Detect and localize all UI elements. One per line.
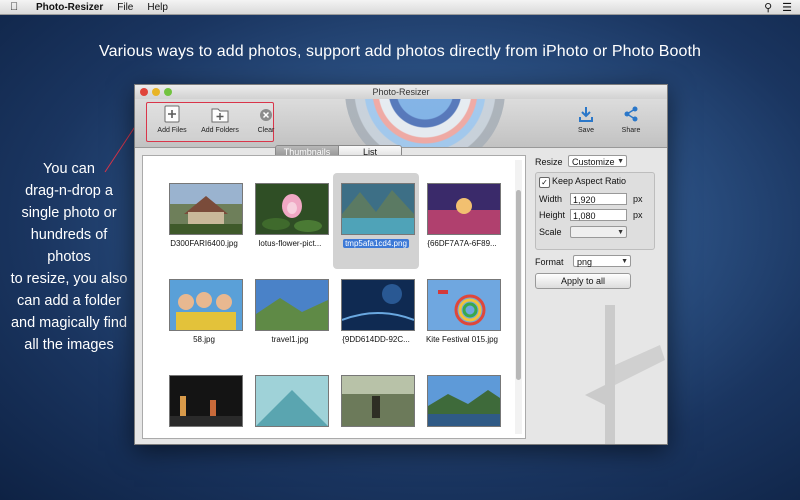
add-folders-label: Add Folders bbox=[201, 127, 239, 134]
caliper-decoration bbox=[585, 305, 665, 444]
share-icon bbox=[624, 106, 638, 122]
keep-aspect-checkbox[interactable]: ✓ bbox=[539, 177, 550, 188]
thumbnail-image bbox=[427, 183, 501, 235]
scale-select[interactable]: ▼ bbox=[570, 226, 627, 238]
thumbnail-item[interactable]: 58.jpg bbox=[161, 269, 247, 365]
save-label: Save bbox=[578, 127, 594, 134]
minimize-window-button[interactable] bbox=[152, 88, 160, 96]
thumbnail-caption: {9DD614DD-92C... bbox=[342, 335, 410, 344]
chevron-down-icon: ▼ bbox=[621, 258, 628, 265]
thumbnail-caption: lotus-flower-pict... bbox=[258, 239, 322, 248]
vertical-scrollbar[interactable] bbox=[515, 160, 522, 434]
thumbnail-image bbox=[169, 279, 243, 331]
thumbnail-item[interactable]: Kite Festival 015.jpg bbox=[419, 269, 505, 365]
thumbnail-item[interactable]: {66DF7A7A-6F89... bbox=[419, 173, 505, 269]
add-folders-button[interactable]: Add Folders bbox=[194, 103, 246, 134]
share-button[interactable]: Share bbox=[605, 103, 657, 134]
chevron-down-icon: ▼ bbox=[617, 158, 624, 165]
width-field[interactable]: 1,920 bbox=[570, 193, 627, 205]
thumbnail-caption: Kite Festival 015.jpg bbox=[425, 335, 499, 344]
lens-decoration bbox=[345, 99, 505, 147]
thumbnail-image bbox=[341, 183, 415, 235]
thumbnail-item-selected[interactable]: tmp5afa1cd4.png bbox=[333, 173, 419, 269]
thumbnail-item[interactable]: D300FARI6400.jpg bbox=[161, 173, 247, 269]
width-label: Width bbox=[539, 194, 563, 204]
thumbnail-item[interactable]: travel1.jpg bbox=[247, 269, 333, 365]
scrollbar-knob[interactable] bbox=[516, 190, 521, 380]
thumbnail-caption: tmp5afa1cd4.png bbox=[333, 239, 419, 248]
title-bar: Photo-Resizer bbox=[135, 85, 667, 99]
resize-label: Resize bbox=[535, 157, 563, 167]
format-select[interactable]: png ▼ bbox=[573, 255, 631, 267]
dimension-group: ✓ Keep Aspect Ratio Width 1,920 px Heigh… bbox=[535, 172, 655, 250]
apply-to-all-button[interactable]: Apply to all bbox=[535, 273, 631, 289]
thumbnail-image bbox=[427, 279, 501, 331]
thumbnail-caption: {66DF7A7A-6F89... bbox=[427, 239, 497, 248]
keep-aspect-label: Keep Aspect Ratio bbox=[552, 176, 627, 186]
share-label: Share bbox=[621, 127, 641, 134]
thumbnail-item[interactable]: {9DD614DD-92C... bbox=[333, 269, 419, 365]
save-icon bbox=[579, 107, 593, 122]
zoom-window-button[interactable] bbox=[164, 88, 172, 96]
thumbnail-image bbox=[169, 183, 243, 235]
width-unit: px bbox=[633, 194, 643, 204]
thumbnail-image bbox=[427, 375, 501, 427]
add-folders-icon bbox=[211, 108, 229, 123]
clear-label: Clear bbox=[257, 127, 275, 134]
height-unit: px bbox=[633, 210, 643, 220]
toolbar: Add Files Add Folders Clear Save Share bbox=[135, 99, 667, 148]
add-files-label: Add Files bbox=[157, 127, 187, 134]
thumbnail-item[interactable] bbox=[247, 365, 333, 444]
resize-select-value: Customize bbox=[572, 157, 615, 167]
thumbnail-image bbox=[169, 375, 243, 427]
thumbnail-item[interactable] bbox=[161, 365, 247, 444]
add-files-button[interactable]: Add Files bbox=[146, 103, 198, 134]
window-title: Photo-Resizer bbox=[372, 87, 430, 97]
clear-button[interactable]: Clear bbox=[240, 103, 292, 134]
thumbnail-item[interactable] bbox=[333, 365, 419, 444]
thumbnail-image bbox=[341, 375, 415, 427]
resize-select[interactable]: Customize ▼ bbox=[568, 155, 627, 167]
thumbnail-image bbox=[341, 279, 415, 331]
thumbnail-item[interactable] bbox=[419, 365, 505, 444]
app-window: Photo-Resizer Add Files Add Folders Clea… bbox=[134, 84, 668, 445]
scale-label: Scale bbox=[539, 227, 562, 237]
thumbnail-item[interactable]: lotus-flower-pict... bbox=[247, 173, 333, 269]
thumbnail-caption: D300FARI6400.jpg bbox=[170, 239, 238, 248]
format-select-value: png bbox=[577, 257, 593, 267]
height-field[interactable]: 1,080 bbox=[570, 209, 627, 221]
close-window-button[interactable] bbox=[140, 88, 148, 96]
add-files-icon bbox=[164, 105, 180, 123]
thumbnail-image bbox=[255, 375, 329, 427]
thumbnail-caption: travel1.jpg bbox=[271, 335, 309, 344]
window-controls bbox=[140, 88, 172, 96]
clear-icon bbox=[260, 109, 272, 121]
height-label: Height bbox=[539, 210, 566, 220]
thumbnail-image bbox=[255, 183, 329, 235]
format-label: Format bbox=[535, 257, 564, 267]
thumbnail-caption: 58.jpg bbox=[193, 335, 215, 344]
selected-caption-text: tmp5afa1cd4.png bbox=[343, 239, 409, 248]
thumbnail-browser[interactable]: D300FARI6400.jpg lotus-flower-pict... tm… bbox=[142, 155, 526, 439]
chevron-down-icon: ▼ bbox=[617, 229, 624, 236]
thumbnail-image bbox=[255, 279, 329, 331]
